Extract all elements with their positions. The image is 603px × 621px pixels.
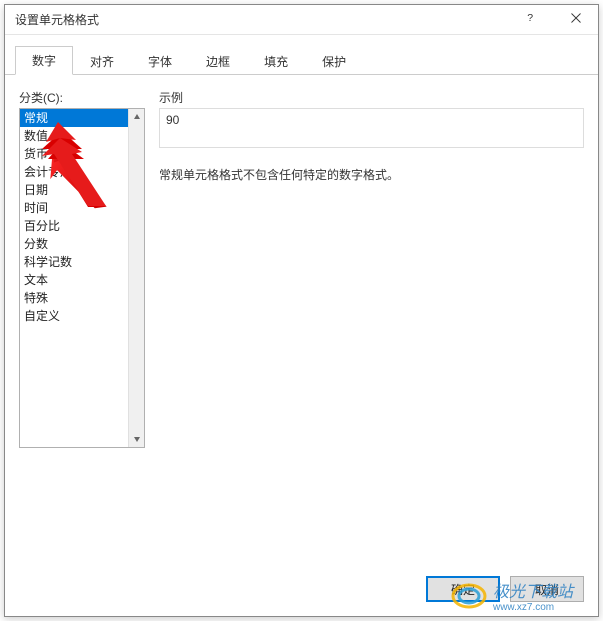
category-item[interactable]: 会计专用 bbox=[20, 163, 128, 181]
category-item[interactable]: 货币 bbox=[20, 145, 128, 163]
tab-2[interactable]: 字体 bbox=[131, 47, 189, 75]
content-row: 分类(C): 常规数值货币会计专用日期时间百分比分数科学记数文本特殊自定义 示例 bbox=[19, 89, 584, 448]
content-area: 分类(C): 常规数值货币会计专用日期时间百分比分数科学记数文本特殊自定义 示例 bbox=[5, 75, 598, 564]
category-item[interactable]: 文本 bbox=[20, 271, 128, 289]
category-item[interactable]: 日期 bbox=[20, 181, 128, 199]
tab-0[interactable]: 数字 bbox=[15, 46, 73, 75]
titlebar: 设置单元格格式 ? bbox=[5, 5, 598, 35]
cancel-button[interactable]: 取消 bbox=[510, 576, 584, 602]
category-item[interactable]: 数值 bbox=[20, 127, 128, 145]
ok-button[interactable]: 确定 bbox=[426, 576, 500, 602]
category-item[interactable]: 常规 bbox=[20, 109, 128, 127]
category-column: 分类(C): 常规数值货币会计专用日期时间百分比分数科学记数文本特殊自定义 bbox=[19, 89, 145, 448]
category-label: 分类(C): bbox=[19, 89, 145, 106]
scroll-down-arrow-icon[interactable] bbox=[129, 431, 145, 447]
sample-value: 90 bbox=[166, 113, 179, 127]
dialog-title: 设置单元格格式 bbox=[15, 11, 99, 28]
format-cells-dialog: 设置单元格格式 ? 数字对齐字体边框填充保护 分类(C): 常规数值货币会计专用… bbox=[4, 4, 599, 617]
close-icon bbox=[570, 12, 582, 27]
tab-1[interactable]: 对齐 bbox=[73, 47, 131, 75]
sample-label: 示例 bbox=[159, 89, 584, 106]
tab-4[interactable]: 填充 bbox=[247, 47, 305, 75]
tab-3[interactable]: 边框 bbox=[189, 47, 247, 75]
help-icon: ? bbox=[525, 12, 537, 27]
category-listbox[interactable]: 常规数值货币会计专用日期时间百分比分数科学记数文本特殊自定义 bbox=[19, 108, 145, 448]
close-button[interactable] bbox=[553, 5, 598, 34]
scroll-up-arrow-icon[interactable] bbox=[129, 109, 145, 125]
category-item[interactable]: 分数 bbox=[20, 235, 128, 253]
scrollbar[interactable] bbox=[128, 109, 144, 447]
sample-box: 90 bbox=[159, 108, 584, 148]
titlebar-controls: ? bbox=[508, 5, 598, 34]
help-button[interactable]: ? bbox=[508, 5, 553, 34]
category-item[interactable]: 百分比 bbox=[20, 217, 128, 235]
category-item[interactable]: 特殊 bbox=[20, 289, 128, 307]
category-item[interactable]: 科学记数 bbox=[20, 253, 128, 271]
dialog-buttons: 确定 取消 bbox=[5, 564, 598, 616]
tab-5[interactable]: 保护 bbox=[305, 47, 363, 75]
detail-column: 示例 90 常规单元格格式不包含任何特定的数字格式。 bbox=[159, 89, 584, 448]
svg-text:?: ? bbox=[527, 12, 533, 24]
tabs: 数字对齐字体边框填充保护 bbox=[5, 35, 598, 75]
category-list-items: 常规数值货币会计专用日期时间百分比分数科学记数文本特殊自定义 bbox=[20, 109, 144, 325]
category-item[interactable]: 时间 bbox=[20, 199, 128, 217]
category-item[interactable]: 自定义 bbox=[20, 307, 128, 325]
format-description: 常规单元格格式不包含任何特定的数字格式。 bbox=[159, 166, 584, 185]
